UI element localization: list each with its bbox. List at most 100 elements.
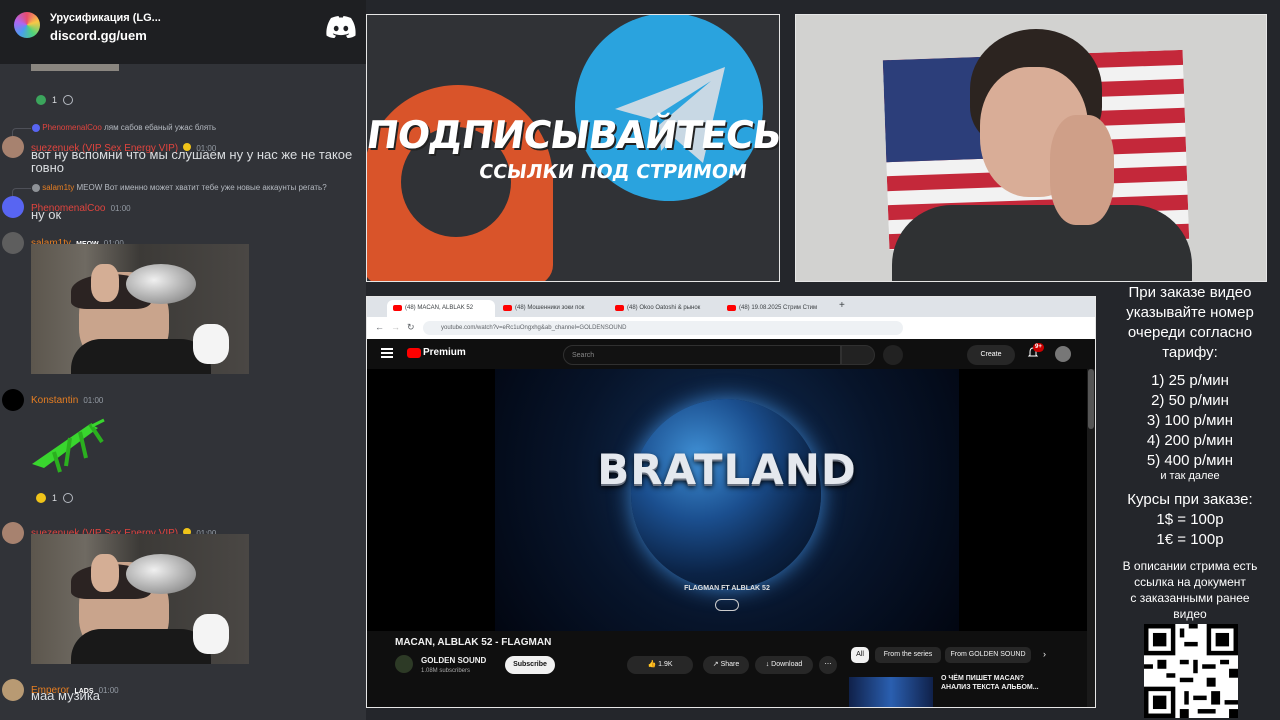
message-image[interactable] [31, 244, 249, 374]
reaction-count: 1 [52, 493, 58, 503]
message-text: вот ну вспомни что мы слушаем ну у нас ж… [31, 147, 353, 175]
message-image[interactable] [31, 534, 249, 664]
download-button[interactable]: ↓ Download [755, 656, 813, 674]
photo-pot [126, 554, 196, 594]
create-button[interactable]: Create [967, 345, 1015, 365]
message-text: маа музика [31, 688, 101, 703]
video-frame[interactable]: BRATLAND FLAGMAN FT ALBLAK 52 [495, 369, 959, 631]
desc-line: В описании стрима есть [1122, 559, 1258, 573]
avatar[interactable] [2, 389, 24, 411]
discord-header: Урусификация (LG... discord.gg/uem [0, 0, 366, 64]
info-line: При заказе видео [1128, 284, 1252, 301]
invite-link[interactable]: discord.gg/uem [50, 28, 147, 43]
webcam-feed [795, 14, 1267, 282]
more-actions-button[interactable]: ⋯ [819, 656, 837, 674]
video-player[interactable]: BRATLAND FLAGMAN FT ALBLAK 52 [367, 369, 1087, 631]
tab-title: (48) 19.08.2025 Стрим Стим [739, 305, 818, 311]
chip-all[interactable]: All [851, 647, 869, 663]
youtube-favicon-icon [727, 305, 736, 311]
desc-line: ссылка на документ [1134, 575, 1246, 589]
youtube-logo-icon[interactable] [407, 348, 421, 358]
recommended-title[interactable]: О ЧЁМ ПИШЕТ MACAN? АНАЛИЗ ТЕКСТА АЛЬБОМ.… [941, 674, 1051, 692]
qr-code[interactable] [1144, 624, 1238, 718]
avatar[interactable] [2, 522, 24, 544]
reply-preview[interactable]: PhenomenalCoo лям сабов ебаный ужас блят… [32, 123, 216, 132]
forward-icon[interactable]: → [391, 322, 400, 332]
photo-shirt [71, 339, 211, 374]
tab-title: (48) Okoo Oatoshi & рынок [627, 305, 701, 311]
recommended-thumbnail[interactable] [849, 677, 933, 707]
like-icon: 👍 [647, 661, 659, 668]
search-icon[interactable] [841, 345, 875, 365]
new-tab-button[interactable]: + [839, 300, 845, 311]
person-body [892, 205, 1192, 281]
reaction-emoji-icon[interactable] [36, 95, 46, 105]
avatar[interactable] [2, 232, 24, 254]
url-input[interactable]: youtube.com/watch?v=eRc1uOngxhg&ab_chann… [423, 321, 903, 335]
banner-subtitle: ССЫЛКИ ПОД СТРИМОМ [477, 161, 749, 183]
notification-badge: 9+ [1033, 343, 1044, 352]
avatar[interactable] [2, 196, 24, 218]
browser-tab[interactable]: (48) Okoo Oatoshi & рынок [609, 300, 717, 317]
rates-title: Курсы при заказе: [1127, 491, 1253, 508]
browser-tab[interactable]: (48) 19.08.2025 Стрим Стим [721, 300, 829, 317]
scrollbar-thumb[interactable] [1088, 369, 1094, 429]
back-icon[interactable]: ← [375, 322, 384, 332]
photo-glove [193, 614, 229, 654]
username[interactable]: Konstantin [31, 395, 78, 406]
price-item: 2) 50 р/мин [1151, 392, 1229, 409]
microphone-icon[interactable] [883, 345, 903, 365]
photo-pot [126, 264, 196, 304]
add-reaction-icon[interactable] [63, 95, 74, 105]
tab-title: (48) MACAN, ALBLAK 52 [405, 305, 474, 311]
browser-tab[interactable]: (48) Мошенники зоки пок [497, 300, 605, 317]
chip-from-channel[interactable]: From GOLDEN SOUND [945, 647, 1031, 663]
photo-glove [193, 324, 229, 364]
subscribe-button[interactable]: Subscribe [505, 656, 555, 674]
timestamp: 01:00 [83, 396, 104, 405]
reply-text: лям сабов ебаный ужас блять [104, 123, 216, 132]
channel-avatar[interactable] [395, 655, 413, 673]
scrollbar[interactable] [1087, 369, 1095, 707]
menu-icon[interactable] [381, 348, 393, 350]
price-item: 3) 100 р/мин [1146, 412, 1234, 429]
sticker-image[interactable] [30, 414, 110, 476]
youtube-favicon-icon [393, 305, 402, 311]
chevron-right-icon[interactable]: › [1043, 649, 1046, 659]
download-label: Download [771, 661, 803, 668]
chip-from-series[interactable]: From the series [875, 647, 941, 663]
reaction-bar: 1 [36, 493, 74, 503]
price-item: 5) 400 р/мин [1146, 452, 1234, 469]
channel-name[interactable]: GOLDEN SOUND [421, 656, 486, 665]
photo-shirt [71, 629, 211, 664]
like-button[interactable]: 👍 1.9K [627, 656, 693, 674]
reply-username: salam1ty [42, 183, 75, 192]
info-line: очереди согласно [1127, 324, 1253, 341]
share-button[interactable]: ↗ Share [703, 656, 749, 674]
reply-preview[interactable]: salam1ty MEOW Вот именно может хватит те… [32, 183, 327, 192]
earth-graphic [631, 399, 821, 589]
share-icon: ↗ [712, 661, 721, 668]
search-input[interactable]: Search [563, 345, 841, 365]
info-line: тарифу: [1162, 344, 1218, 361]
add-reaction-icon[interactable] [63, 493, 74, 503]
rate-item: 1€ = 100р [1156, 531, 1224, 548]
reaction-count: 1 [52, 95, 58, 105]
youtube-brand[interactable]: Premium [423, 347, 466, 358]
tab-title: (48) Мошенники зоки пок [515, 305, 585, 311]
avatar[interactable] [2, 679, 24, 701]
video-title: MACAN, ALBLAK 52 - FLAGMAN [395, 637, 552, 648]
rate-item: 1$ = 100р [1156, 511, 1224, 528]
subscribe-banner: ПОДПИСЫВАЙТЕСЬ ССЫЛКИ ПОД СТРИМОМ [366, 14, 780, 282]
info-line: указывайте номер [1126, 304, 1254, 321]
reload-icon[interactable]: ↻ [407, 322, 415, 333]
video-overlay-title: BRATLAND [597, 445, 857, 494]
server-icon [14, 12, 40, 38]
message-text: ну ок [31, 207, 62, 222]
account-avatar[interactable] [1055, 346, 1071, 362]
message-image[interactable] [31, 64, 119, 71]
reaction-emoji-icon[interactable] [36, 493, 46, 503]
browser-tab[interactable]: (48) MACAN, ALBLAK 52 [387, 300, 495, 317]
avatar[interactable] [2, 136, 24, 158]
person-hand [1050, 115, 1114, 225]
